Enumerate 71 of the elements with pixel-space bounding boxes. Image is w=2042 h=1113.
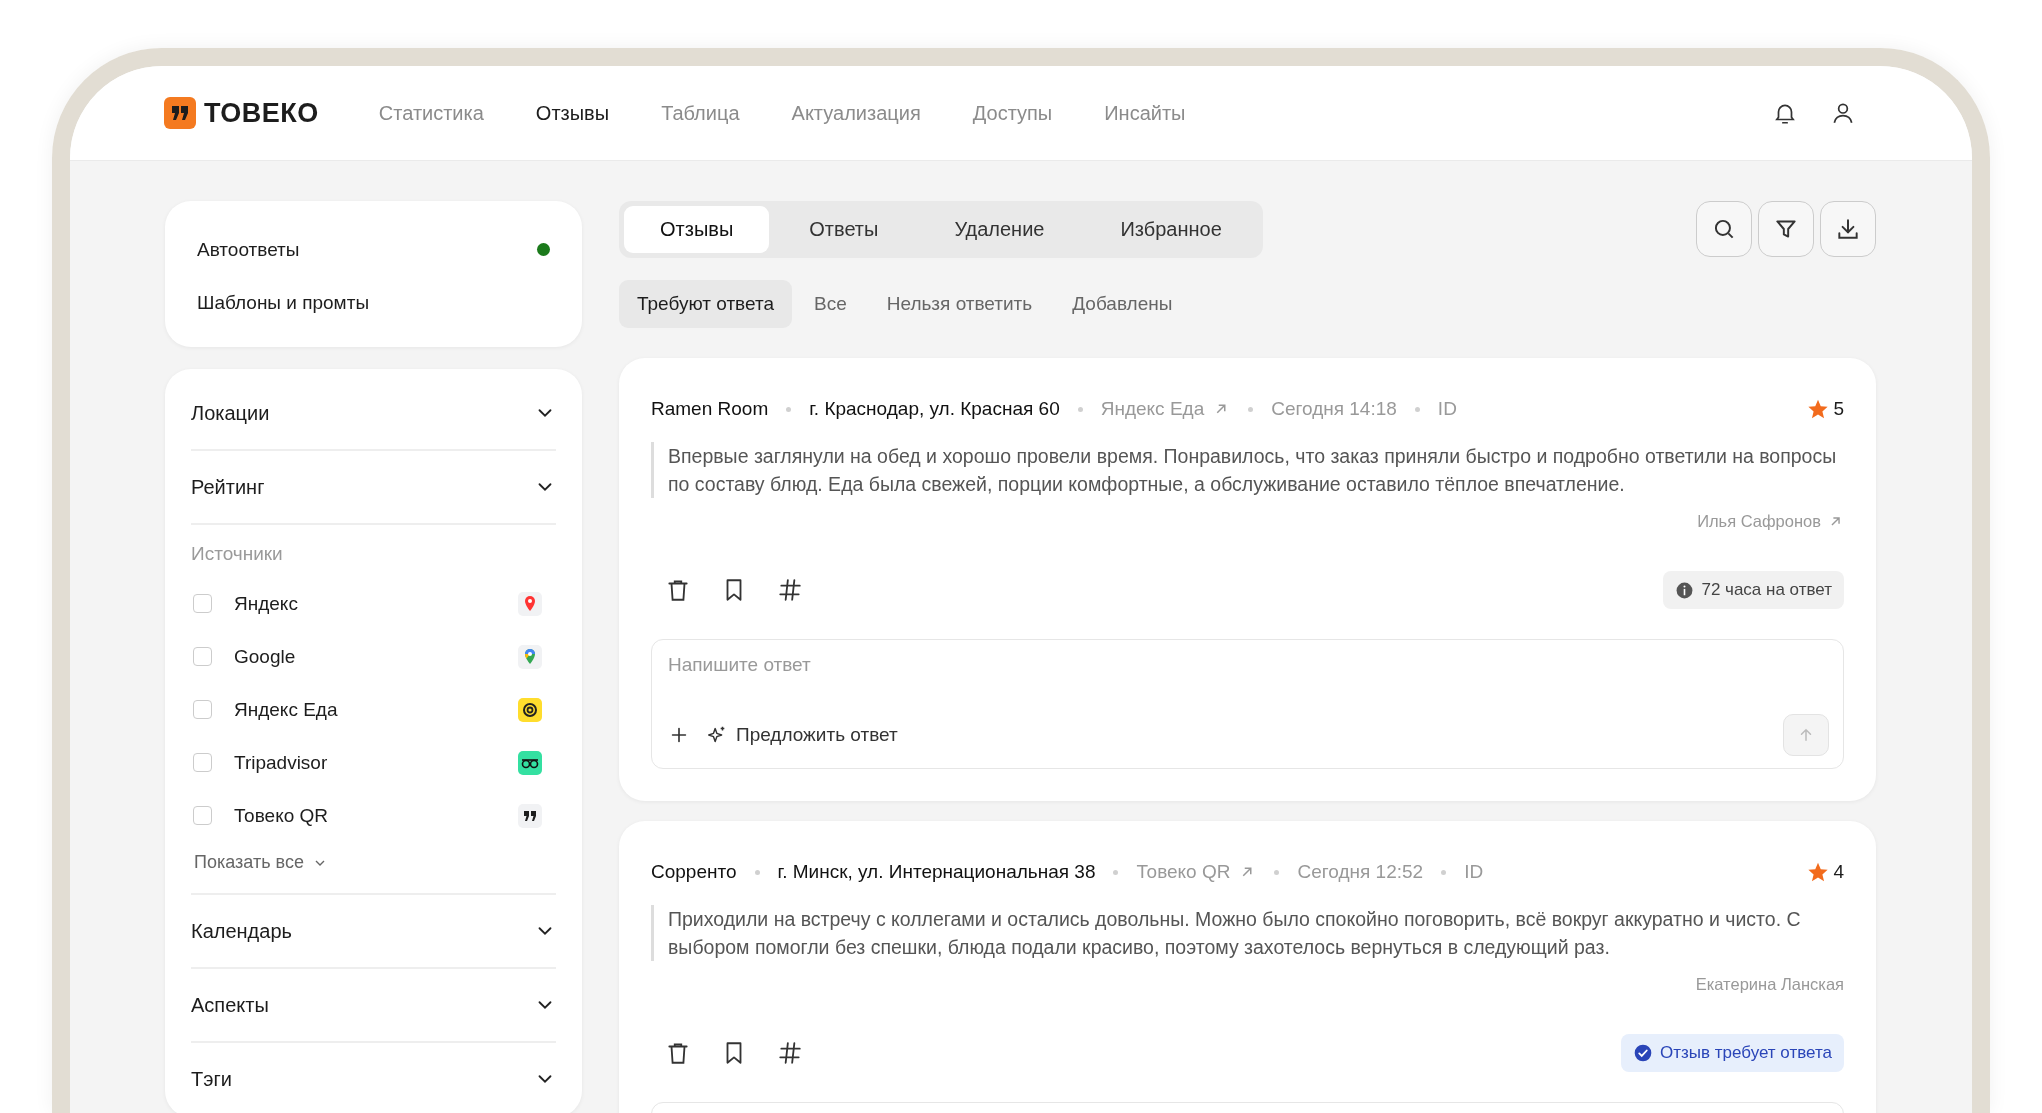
tab[interactable]: Ответы [773, 206, 915, 253]
filter-section-header[interactable]: Локации [191, 377, 556, 451]
map-pin-icon [518, 644, 542, 669]
review-id: ID [1437, 398, 1457, 420]
separator-dot [754, 869, 760, 875]
check-circle-icon [1633, 1043, 1653, 1063]
status-badge: Отзыв требует ответа [1621, 1034, 1844, 1072]
trash-icon[interactable] [665, 577, 691, 603]
source-label: Яндекс Еда [234, 698, 339, 721]
star-icon [1807, 398, 1830, 420]
filter-tab[interactable]: Добавлены [1054, 280, 1191, 328]
rating-value: 5 [1833, 398, 1844, 420]
spiral-icon [518, 697, 542, 722]
filter-section-header[interactable]: Календарь [191, 895, 556, 969]
star-icon [1807, 861, 1830, 883]
address: г. Краснодар, ул. Красная 60 [809, 398, 1060, 420]
review-text: Приходили на встречу с коллегами и остались довольны. Можно было спокойно поговорить, всё вокруг аккуратно и чисто. С выбором помогли без спешки, блюда подали красиво, поэтому захотелось вернуться в следующий раз. [651, 905, 1844, 961]
review-text: Впервые заглянули на обед и хорошо провели время. Понравилось, что заказ приняли быстро и подробно ответили на вопросы по составу блюд. Еда была свежей, порции комфортные, а обслуживание оставило тёплое впечатление. [651, 442, 1844, 498]
section-title: Источники [191, 543, 284, 565]
reply-field[interactable]: Напишите ответ Предложить ответ [651, 639, 1844, 769]
info-icon [1675, 580, 1695, 600]
checkbox[interactable] [193, 806, 212, 825]
separator-dot [1414, 406, 1420, 412]
filter-tab[interactable]: Все [795, 280, 865, 328]
review-time: Сегодня 14:18 [1271, 398, 1397, 420]
review-id: ID [1464, 861, 1484, 883]
checkbox[interactable] [193, 594, 212, 613]
filter-tab[interactable]: Нельзя ответить [868, 280, 1051, 328]
suggest-reply-button[interactable]: Предложить ответ [706, 724, 898, 746]
place-name: Сорренто [651, 861, 737, 883]
separator-dot [1441, 869, 1447, 875]
show-all-link[interactable]: Показать все [191, 852, 328, 873]
filter-button[interactable] [1758, 201, 1814, 257]
separator-dot [1113, 869, 1119, 875]
review-time: Сегодня 12:52 [1297, 861, 1424, 883]
trash-icon[interactable] [665, 1040, 691, 1066]
hashtag-icon[interactable] [777, 577, 803, 603]
quote-icon [518, 803, 542, 828]
filter-tab[interactable]: Требуют ответа [619, 280, 792, 328]
rating-value: 4 [1833, 861, 1844, 883]
tab[interactable]: Избранное [1084, 206, 1258, 253]
tab[interactable]: Удаление [918, 206, 1081, 253]
address: г. Минск, ул. Интернациональная 38 [777, 861, 1096, 883]
source-label: Tripadvisor [234, 751, 329, 774]
settings-link[interactable]: Шаблоны и промты [197, 291, 370, 314]
settings-link[interactable]: Автоответы [197, 238, 300, 261]
separator-dot [1077, 406, 1083, 412]
filter-section-header[interactable]: Тэги [191, 1043, 556, 1113]
checkbox[interactable] [193, 700, 212, 719]
separator-dot [1248, 406, 1254, 412]
hashtag-icon[interactable] [777, 1040, 803, 1066]
map-pin-icon [518, 591, 542, 616]
filter-section-header[interactable]: Аспекты [191, 969, 556, 1043]
brand-name: ТОВЕКО [204, 97, 319, 129]
filter-section-header[interactable]: Рейтинг [191, 451, 556, 525]
logo-icon [164, 97, 196, 129]
source-label: Google [234, 645, 297, 668]
search-button[interactable] [1696, 201, 1752, 257]
download-button[interactable] [1820, 201, 1876, 257]
checkbox[interactable] [193, 753, 212, 772]
tab[interactable]: Отзывы [624, 206, 770, 253]
separator-dot [1274, 869, 1280, 875]
separator-dot [786, 406, 792, 412]
owl-icon [518, 750, 542, 775]
deadline-badge: 72 часа на ответ [1663, 571, 1844, 609]
place-name: Ramen Room [651, 398, 769, 420]
checkbox[interactable] [193, 647, 212, 666]
source-label: Яндекс [234, 592, 299, 615]
author-name: Екатерина Ланская [1695, 975, 1844, 994]
nav-link[interactable]: Отзывы [535, 101, 610, 125]
source-label: Товеко QR [234, 804, 329, 827]
